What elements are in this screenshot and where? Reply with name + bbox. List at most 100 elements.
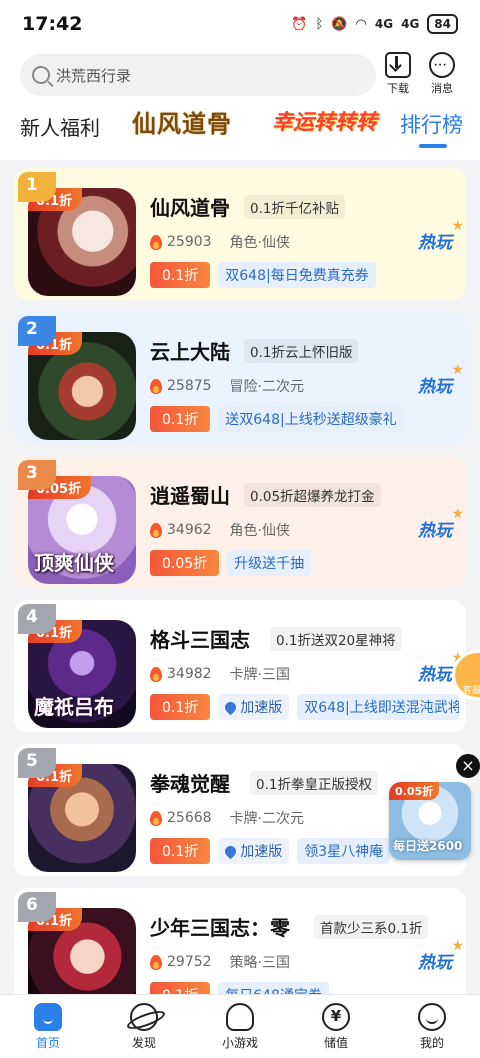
thumbnail-art-text: 魔祇吕布 xyxy=(34,695,114,719)
hot-play-label: 热玩 xyxy=(418,233,452,253)
heat-count: 29752 xyxy=(167,954,212,970)
nav-label: 储值 xyxy=(323,1036,348,1050)
tab-xianfeng-banner[interactable]: 仙风道骨 xyxy=(132,104,232,139)
fire-icon xyxy=(150,522,162,538)
fire-icon xyxy=(150,810,162,826)
discount-button[interactable]: 0.1折 xyxy=(150,838,211,864)
nav-label: 首页 xyxy=(35,1036,60,1050)
game-name: 仙风道骨 xyxy=(150,196,230,220)
discount-button[interactable]: 0.1折 xyxy=(150,694,211,720)
tab-lucky-wheel[interactable]: 幸运转转转 xyxy=(272,106,377,136)
gift-tag: 送双648|上线秒送超级豪礼 xyxy=(218,406,404,432)
top-tabs: 新人福利 仙风道骨 幸运转转转 排行榜 xyxy=(0,104,480,152)
bottom-nav: 首页 发现 小游戏 储值 我的 xyxy=(0,994,480,1058)
signal-icon-1: 4G xyxy=(374,17,394,31)
heat-count: 34982 xyxy=(167,666,212,682)
fire-icon xyxy=(150,234,162,250)
hot-play-label: 热玩 xyxy=(418,665,452,685)
accelerated-version-tag: 加速版 xyxy=(218,838,290,864)
game-actions: 0.1折 加速版 领3星八神庵 xyxy=(150,838,391,864)
star-icon: ★ xyxy=(451,938,464,954)
nav-profile[interactable]: 我的 xyxy=(384,995,480,1058)
nav-recharge[interactable]: 储值 xyxy=(288,995,384,1058)
search-icon xyxy=(32,66,50,84)
message-button[interactable]: ··· 消息 xyxy=(422,52,462,96)
game-thumbnail[interactable]: 0.1折 xyxy=(28,332,136,440)
game-meta: 29752 策略·三国 xyxy=(150,952,290,972)
game-name: 逍遥蜀山 xyxy=(150,484,230,508)
game-meta: 34962 角色·仙侠 xyxy=(150,520,290,540)
hot-play-badge: 热玩★ xyxy=(418,650,464,685)
discount-button[interactable]: 0.1折 xyxy=(150,406,211,432)
bluetooth-icon: ᛒ xyxy=(315,16,324,32)
fire-icon xyxy=(150,666,162,682)
star-icon: ★ xyxy=(451,506,464,522)
nav-mini-games[interactable]: 小游戏 xyxy=(192,995,288,1058)
message-label: 消息 xyxy=(431,82,453,95)
planet-icon xyxy=(130,1003,158,1031)
cloud-icon xyxy=(226,1003,254,1031)
rocket-icon xyxy=(222,843,239,859)
game-name: 少年三国志：零 xyxy=(150,916,290,940)
battery-indicator: 84 xyxy=(427,14,458,34)
accelerated-label: 加速版 xyxy=(240,700,283,716)
game-name: 云上大陆 xyxy=(150,340,230,364)
download-label: 下载 xyxy=(387,82,409,95)
gift-tag: 双648|上线即送混沌武将 xyxy=(297,694,460,720)
banner-discount-badge: 0.05折 xyxy=(389,782,440,800)
rank-badge: 6 xyxy=(18,892,56,922)
nav-label: 小游戏 xyxy=(221,1036,258,1050)
gift-tag: 领3星八神庵 xyxy=(297,838,391,864)
search-placeholder: 洪荒西行录 xyxy=(56,66,132,85)
heat-count: 25668 xyxy=(167,810,212,826)
game-meta: 34982 卡牌·三国 xyxy=(150,664,290,684)
heat-count: 25903 xyxy=(167,234,212,250)
tab-ranking[interactable]: 排行榜 xyxy=(400,109,463,139)
game-thumbnail[interactable]: 0.1折 xyxy=(28,188,136,296)
app-screen: 17:42 ⏰ ᛒ 🔕 ◠ 4G 4G 84 洪荒西行录 下载 ··· 消息 新… xyxy=(0,0,480,1058)
discount-button[interactable]: 0.05折 xyxy=(150,550,220,576)
ranking-list: 0.1折 1 仙风道骨 0.1折千亿补贴 25903 角色·仙侠 0.1折 双6… xyxy=(14,168,466,1032)
game-card[interactable]: 0.1折 2 云上大陆 0.1折云上怀旧版 25875 冒险·二次元 0.1折 … xyxy=(14,312,466,444)
status-icons: ⏰ ᛒ 🔕 ◠ 4G 4G 84 xyxy=(291,14,458,34)
mute-icon: 🔕 xyxy=(331,16,348,32)
rocket-icon xyxy=(222,699,239,715)
game-actions: 0.1折 双648|每日免费真充券 xyxy=(150,262,376,288)
search-bar[interactable]: 洪荒西行录 xyxy=(20,54,376,96)
game-card[interactable]: 0.05折 顶爽仙侠 3 逍遥蜀山 0.05折超爆养龙打金 34962 角色·仙… xyxy=(14,456,466,588)
fire-icon xyxy=(150,378,162,394)
customer-service-label: 客服 xyxy=(462,686,480,696)
nav-home[interactable]: 首页 xyxy=(0,995,96,1058)
genre-tags: 冒险·二次元 xyxy=(229,379,304,395)
discount-button[interactable]: 0.1折 xyxy=(150,262,211,288)
genre-tags: 卡牌·三国 xyxy=(229,667,290,683)
download-icon xyxy=(385,52,411,78)
banner-text: 每日送2600 xyxy=(393,839,463,853)
message-icon: ··· xyxy=(429,52,455,78)
home-icon xyxy=(34,1003,62,1031)
active-tab-indicator xyxy=(419,144,447,148)
download-button[interactable]: 下载 xyxy=(378,52,418,96)
promo-float-banner[interactable]: 0.05折 每日送2600 xyxy=(389,782,471,860)
game-thumbnail[interactable]: 0.1折 魔祇吕布 xyxy=(28,620,136,728)
game-card[interactable]: 0.1折 1 仙风道骨 0.1折千亿补贴 25903 角色·仙侠 0.1折 双6… xyxy=(14,168,466,300)
promo-tag: 0.1折千亿补贴 xyxy=(244,195,345,219)
nav-discover[interactable]: 发现 xyxy=(96,995,192,1058)
heat-count: 34962 xyxy=(167,522,212,538)
close-float-button[interactable]: × xyxy=(456,754,480,778)
rank-badge: 1 xyxy=(18,172,56,202)
tab-newbie-welfare[interactable]: 新人福利 xyxy=(20,112,100,141)
smile-icon xyxy=(418,1003,446,1031)
star-icon: ★ xyxy=(451,218,464,234)
game-thumbnail[interactable]: 0.05折 顶爽仙侠 xyxy=(28,476,136,584)
promo-tag: 0.1折云上怀旧版 xyxy=(244,339,359,363)
status-bar: 17:42 ⏰ ᛒ 🔕 ◠ 4G 4G 84 xyxy=(0,0,480,48)
rank-badge: 2 xyxy=(18,316,56,346)
yen-icon xyxy=(322,1003,350,1031)
thumbnail-art-text: 顶爽仙侠 xyxy=(34,551,114,575)
game-thumbnail[interactable]: 0.1折 xyxy=(28,764,136,872)
game-name: 格斗三国志 xyxy=(150,628,250,652)
game-actions: 0.1折 加速版 双648|上线即送混沌武将 xyxy=(150,694,460,720)
game-card[interactable]: 0.1折 魔祇吕布 4 格斗三国志 0.1折送双20星神将 34982 卡牌·三… xyxy=(14,600,466,732)
genre-tags: 卡牌·二次元 xyxy=(229,811,304,827)
